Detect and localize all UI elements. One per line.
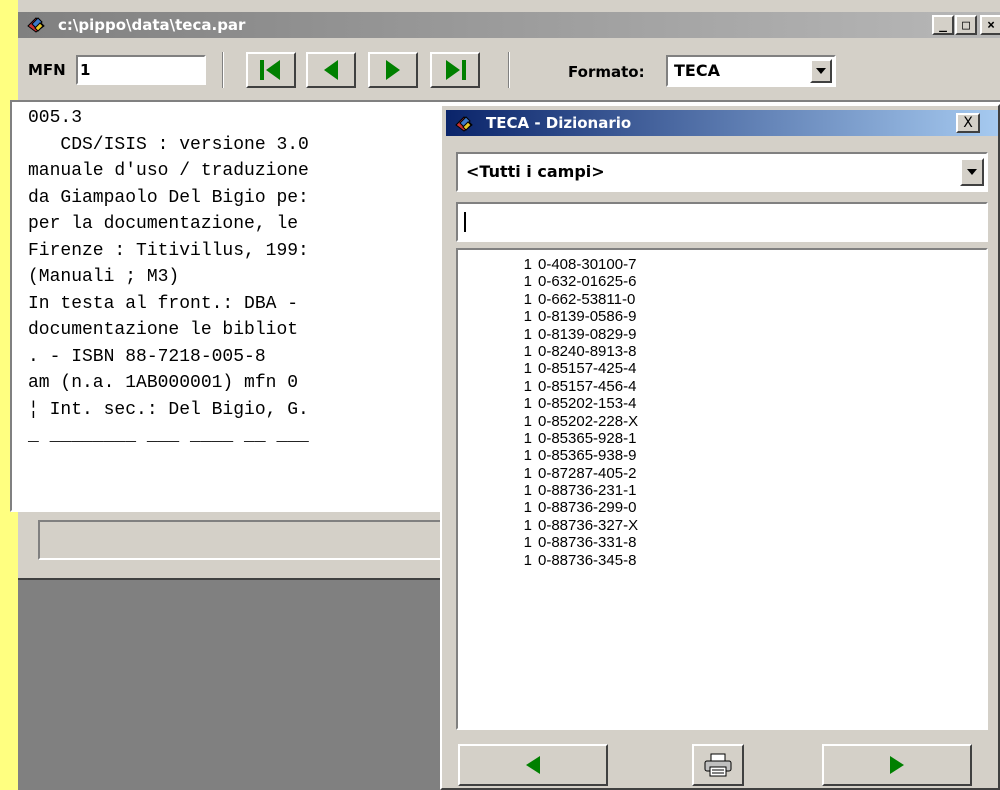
mfn-label: MFN [28,61,66,79]
term-value: 0-85157-425-4 [538,360,637,378]
text-caret [464,212,466,232]
next-page-button[interactable] [822,744,972,786]
minimize-button[interactable]: _ [932,15,954,35]
term-row[interactable]: 1 0-632-01625-6 [458,273,986,290]
chevron-down-icon [816,68,826,74]
term-count: 1 [523,516,532,534]
term-row[interactable]: 1 0-408-30100-7 [458,256,986,273]
maximize-button[interactable]: □ [955,15,977,35]
term-value: 0-88736-345-8 [538,551,637,569]
mfn-input[interactable]: 1 [76,55,206,85]
term-row[interactable]: 1 0-88736-331-8 [458,534,986,551]
last-record-button[interactable] [430,52,480,88]
term-row[interactable]: 1 0-85365-928-1 [458,430,986,447]
previous-record-icon [324,60,338,80]
term-value: 0-85365-938-9 [538,447,637,465]
term-value: 0-85202-228-X [538,412,639,430]
previous-record-button[interactable] [306,52,356,88]
term-value: 0-88736-331-8 [538,534,637,552]
term-count: 1 [523,395,532,413]
term-count: 1 [523,273,532,291]
term-count: 1 [523,412,532,430]
printer-icon [704,753,732,777]
term-count: 1 [523,342,532,360]
term-row[interactable]: 1 0-88736-327-X [458,517,986,534]
term-value: 0-88736-327-X [538,516,639,534]
term-count: 1 [523,377,532,395]
term-list[interactable]: 1 0-408-30100-7 1 0-632-01625-6 1 0-662-53811… [456,248,988,730]
term-value: 0-88736-231-1 [538,482,637,500]
dictionary-titlebar[interactable]: TECA - Dizionario X [446,110,998,136]
term-count: 1 [523,308,532,326]
previous-page-button[interactable] [458,744,608,786]
next-record-icon [386,60,400,80]
previous-page-icon [526,756,540,774]
term-row[interactable]: 1 0-85157-456-4 [458,378,986,395]
term-count: 1 [523,360,532,378]
term-value: 0-85202-153-4 [538,395,637,413]
field-dropdown-button[interactable] [960,158,984,186]
term-count: 1 [523,290,532,308]
formato-select[interactable]: TECA [666,55,836,87]
term-count: 1 [523,551,532,569]
term-value: 0-662-53811-0 [538,290,636,308]
term-row[interactable]: 1 0-85202-153-4 [458,395,986,412]
term-value: 0-408-30100-7 [538,256,637,273]
field-select-value: <Tutti i campi> [466,162,605,181]
term-row[interactable]: 1 0-88736-299-0 [458,499,986,516]
toolbar-separator [508,52,510,88]
dictionary-close-button[interactable]: X [956,113,980,133]
field-select[interactable]: <Tutti i campi> [456,152,988,192]
term-row[interactable]: 1 0-85365-938-9 [458,447,986,464]
main-close-button[interactable]: × [980,15,1000,35]
term-row[interactable]: 1 0-8139-0829-9 [458,326,986,343]
toolbar-separator [222,52,224,88]
term-value: 0-8240-8913-8 [538,342,637,360]
next-page-icon [890,756,904,774]
term-value: 0-85365-928-1 [538,429,637,447]
chevron-down-icon [967,169,977,175]
term-row[interactable]: 1 0-8240-8913-8 [458,343,986,360]
last-record-icon [446,60,466,80]
main-titlebar[interactable]: c:\pippo\data\teca.par _ □ × [18,12,1000,38]
term-search-input[interactable] [456,202,988,242]
term-row[interactable]: 1 0-87287-405-2 [458,465,986,482]
dictionary-title: TECA - Dizionario [486,114,632,132]
term-count: 1 [523,499,532,517]
term-value: 0-632-01625-6 [538,273,637,291]
term-count: 1 [523,429,532,447]
formato-value: TECA [674,61,720,80]
term-count: 1 [523,447,532,465]
term-value: 0-87287-405-2 [538,464,637,482]
term-value: 0-85157-456-4 [538,377,637,395]
term-value: 0-8139-0829-9 [538,325,637,343]
term-row[interactable]: 1 0-662-53811-0 [458,291,986,308]
term-count: 1 [523,256,532,273]
term-row[interactable]: 1 0-85202-228-X [458,413,986,430]
term-value: 0-88736-299-0 [538,499,637,517]
term-count: 1 [523,534,532,552]
term-row[interactable]: 1 0-8139-0586-9 [458,308,986,325]
term-value: 0-8139-0586-9 [538,308,637,326]
print-button[interactable] [692,744,744,786]
app-icon [455,116,473,132]
formato-label: Formato: [568,63,645,81]
app-icon [27,17,45,33]
term-row[interactable]: 1 0-88736-231-1 [458,482,986,499]
dictionary-dialog: TECA - Dizionario X <Tutti i campi> 1 0-4… [440,104,1000,790]
term-count: 1 [523,482,532,500]
term-count: 1 [523,325,532,343]
term-row[interactable]: 1 0-88736-345-8 [458,552,986,569]
first-record-button[interactable] [246,52,296,88]
term-count: 1 [523,464,532,482]
next-record-button[interactable] [368,52,418,88]
term-row[interactable]: 1 0-85157-425-4 [458,360,986,377]
first-record-icon [260,60,280,80]
main-window-title: c:\pippo\data\teca.par [58,16,246,34]
formato-dropdown-button[interactable] [810,59,832,83]
